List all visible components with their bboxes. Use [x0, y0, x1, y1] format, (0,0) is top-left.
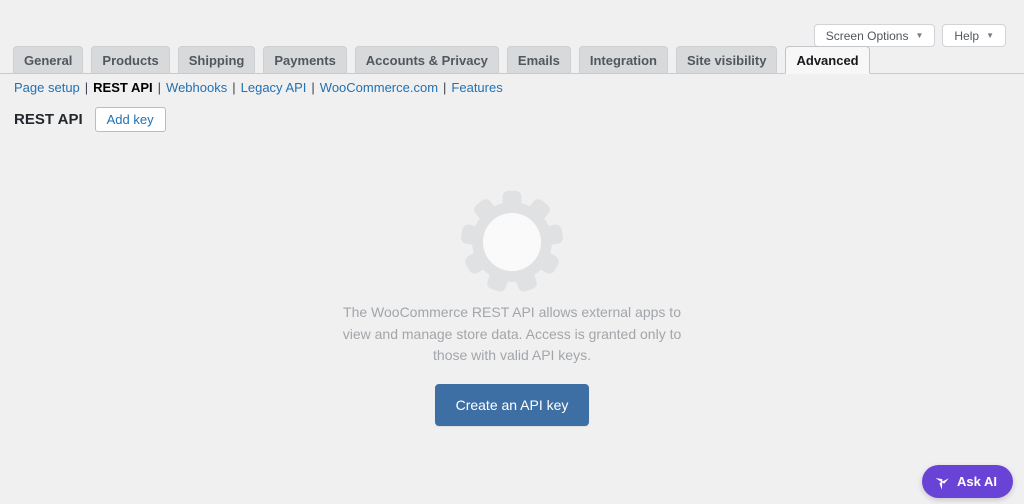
subnav-features[interactable]: Features — [451, 80, 502, 95]
subnav-separator: | — [443, 80, 446, 95]
settings-tab-bar: General Products Shipping Payments Accou… — [0, 46, 1024, 74]
chevron-down-icon: ▼ — [986, 31, 994, 40]
tab-site-visibility[interactable]: Site visibility — [676, 46, 777, 74]
subnav-woocommerce-com[interactable]: WooCommerce.com — [320, 80, 438, 95]
help-label: Help — [954, 29, 979, 43]
ask-ai-button[interactable]: Ask AI — [922, 465, 1013, 498]
subnav-separator: | — [158, 80, 161, 95]
subnav-webhooks[interactable]: Webhooks — [166, 80, 227, 95]
tab-products[interactable]: Products — [91, 46, 169, 74]
gear-icon — [460, 190, 564, 294]
tab-accounts-privacy[interactable]: Accounts & Privacy — [355, 46, 499, 74]
create-api-key-button[interactable]: Create an API key — [435, 384, 590, 426]
subnav-legacy-api[interactable]: Legacy API — [241, 80, 307, 95]
subnav-page-setup[interactable]: Page setup — [14, 80, 80, 95]
tab-emails[interactable]: Emails — [507, 46, 571, 74]
help-button[interactable]: Help ▼ — [942, 24, 1006, 47]
ask-ai-label: Ask AI — [957, 474, 997, 489]
rest-api-empty-state: The WooCommerce REST API allows external… — [0, 190, 1024, 426]
subnav-separator: | — [85, 80, 88, 95]
tab-shipping[interactable]: Shipping — [178, 46, 256, 74]
screen-meta-links: Screen Options ▼ Help ▼ — [814, 24, 1006, 47]
subnav-rest-api-current[interactable]: REST API — [93, 80, 152, 95]
chevron-down-icon: ▼ — [915, 31, 923, 40]
tab-payments[interactable]: Payments — [263, 46, 346, 74]
screen-options-button[interactable]: Screen Options ▼ — [814, 24, 936, 47]
subnav-separator: | — [232, 80, 235, 95]
tab-advanced[interactable]: Advanced — [785, 46, 869, 74]
ai-spark-icon — [934, 474, 950, 490]
empty-state-description: The WooCommerce REST API allows external… — [335, 302, 689, 367]
subnav-separator: | — [311, 80, 314, 95]
tab-integration[interactable]: Integration — [579, 46, 668, 74]
tab-general[interactable]: General — [13, 46, 83, 74]
screen-options-label: Screen Options — [826, 29, 909, 43]
rest-api-header: REST API Add key — [14, 107, 166, 132]
page-title: REST API — [14, 111, 83, 128]
add-key-button[interactable]: Add key — [95, 107, 166, 132]
advanced-subnav: Page setup | REST API | Webhooks | Legac… — [14, 80, 503, 95]
